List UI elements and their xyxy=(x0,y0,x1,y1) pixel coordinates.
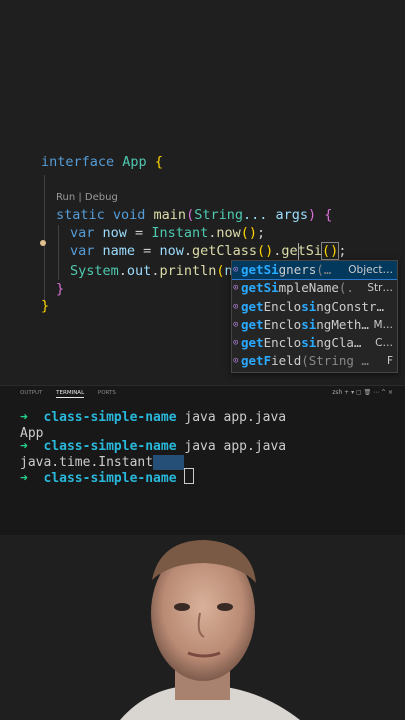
keyword-interface: interface xyxy=(41,154,115,170)
suggestion-item[interactable]: ⊙ getEnclosingMeth… M… xyxy=(232,316,397,334)
code-line-interface[interactable]: interface App { xyxy=(41,153,163,171)
method-icon: ⊙ xyxy=(233,338,239,349)
suggestion-item[interactable]: ⊙ getEnclosingCla… C… xyxy=(232,334,397,352)
code-line-close-interface: } xyxy=(41,298,50,314)
panel-tabs: OUTPUT TERMINAL PORTS xyxy=(20,390,128,398)
suggestion-item[interactable]: ⊙ getEnclosingConstr… xyxy=(232,298,397,316)
prompt-cwd: class-simple-name xyxy=(43,410,177,425)
method-getsi: getSi xyxy=(281,243,323,259)
terminal-cursor xyxy=(184,468,195,484)
indent-guide xyxy=(44,175,45,303)
class-name: App xyxy=(122,154,147,170)
method-icon: ⊙ xyxy=(233,301,239,312)
command xyxy=(177,471,185,486)
text-cursor xyxy=(298,243,299,260)
code-line-main[interactable]: static void main(String... args) { xyxy=(56,206,332,224)
suggestion-item[interactable]: ⊙ getField(String … F xyxy=(232,352,397,370)
keyword-var: var xyxy=(70,243,95,259)
type-instant: Instant xyxy=(151,225,209,241)
prompt-arrow-icon: ➜ xyxy=(20,471,28,486)
codelens-run-debug[interactable]: Run | Debug xyxy=(56,192,118,203)
field-out: out xyxy=(126,263,152,279)
suggestion-item[interactable]: ⊙ getSimpleName(. Str… xyxy=(232,279,397,297)
prompt-arrow-icon: ➜ xyxy=(20,410,28,425)
suggestion-widget[interactable]: ⊙ getSigners(… Object… ⊙ getSimpleName(. Str… xyxy=(231,260,398,373)
method-main: main xyxy=(153,207,187,223)
panel-toolbar[interactable]: zsh + ▾ ▢ 🗑 ⋯ ^ × xyxy=(332,389,393,396)
method-now: now xyxy=(216,225,241,241)
method-icon: ⊙ xyxy=(233,356,239,367)
tab-ports[interactable]: PORTS xyxy=(98,390,116,396)
prompt-arrow-icon: ➜ xyxy=(20,439,28,454)
code-line-name[interactable]: var name = now.getClass().getSi(); xyxy=(70,242,346,260)
param-args: ... args xyxy=(242,207,309,223)
var-now-ref: now xyxy=(159,243,184,259)
code-line-println[interactable]: System.out.println(nam xyxy=(70,262,249,280)
command: java app.java xyxy=(176,410,287,425)
method-getclass: getClass xyxy=(191,243,257,259)
tab-output[interactable]: OUTPUT xyxy=(20,390,42,396)
terminal-panel[interactable]: OUTPUT TERMINAL PORTS zsh + ▾ ▢ 🗑 ⋯ ^ × … xyxy=(0,385,405,536)
prompt-cwd: class-simple-name xyxy=(43,471,177,486)
indent-guide xyxy=(58,225,59,280)
code-line-now[interactable]: var now = Instant.now(); xyxy=(70,224,265,242)
type-system: System xyxy=(70,263,119,279)
var-now: now xyxy=(102,225,127,241)
keyword-var: var xyxy=(70,225,95,241)
prompt-cwd: class-simple-name xyxy=(43,439,177,454)
method-icon: ⊙ xyxy=(233,319,239,330)
terminal-line: ➜ class-simple-name java app.java xyxy=(20,439,286,455)
method-icon: ⊙ xyxy=(233,265,239,275)
keyword-static-void: static void xyxy=(56,207,146,223)
presenter-illustration xyxy=(120,540,300,720)
presenter-video xyxy=(0,535,405,720)
var-name: name xyxy=(102,243,136,259)
method-icon: ⊙ xyxy=(233,283,239,294)
lightbulb-icon[interactable] xyxy=(40,240,46,246)
suggestion-item[interactable]: ⊙ getSigners(… Object… xyxy=(232,261,397,281)
terminal-line[interactable]: ➜ class-simple-name xyxy=(20,468,195,487)
command: java app.java xyxy=(176,439,287,454)
code-line-close-main: } xyxy=(56,281,65,297)
type-string: String xyxy=(194,207,243,223)
method-println: println xyxy=(159,263,217,279)
terminal-line: ➜ class-simple-name java app.java xyxy=(20,410,286,426)
tab-terminal[interactable]: TERMINAL xyxy=(56,390,85,398)
